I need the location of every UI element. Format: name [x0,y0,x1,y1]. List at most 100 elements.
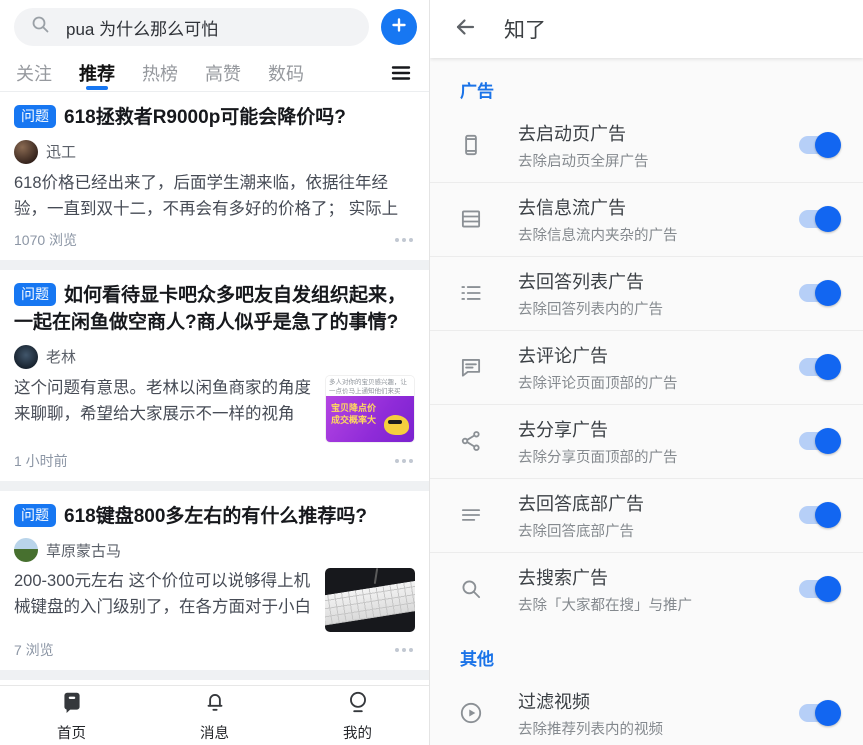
bottom-navigation: 首页 消息 我的 [0,685,429,745]
promo-image: 宝贝降点价 成交概率大 [326,396,414,442]
tab-digital[interactable]: 数码 [268,54,304,91]
setting-title: 去回答底部广告 [518,490,799,516]
setting-subtitle: 去除回答列表内的广告 [518,298,799,319]
play-circle-icon [456,700,486,726]
tab-recommend[interactable]: 推荐 [79,54,115,91]
search-bar-row: pua 为什么那么可怕 [0,0,429,54]
feed-icon [456,206,486,232]
search-input[interactable]: pua 为什么那么可怕 [14,8,369,46]
nav-label: 消息 [200,722,229,743]
setting-row-splash-ads[interactable]: 去启动页广告 去除启动页全屏广告 [430,108,863,182]
card-excerpt: 618价格已经出来了，后面学生潮来临，依据往年经验，一直到双十二，不再会有多好的… [14,170,415,222]
toggle-share-ads[interactable] [799,432,837,450]
hamburger-icon[interactable] [389,54,413,91]
setting-row-feed-ads[interactable]: 去信息流广告 去除信息流内夹杂的广告 [430,182,863,256]
setting-subtitle: 去除启动页全屏广告 [518,150,799,171]
section-label-ads: 广告 [430,58,863,108]
search-icon [30,14,52,41]
feed-tabs: 关注 推荐 热榜 高赞 数码 [0,54,429,92]
card-meta: 1 小时前 [14,451,68,471]
list-icon [456,280,486,306]
setting-title: 去启动页广告 [518,120,799,146]
question-badge: 问题 [14,105,56,128]
back-button[interactable] [452,14,478,45]
toggle-search-ads[interactable] [799,580,837,598]
nav-item-messages[interactable]: 消息 [143,686,286,745]
toggle-feed-ads[interactable] [799,210,837,228]
author-row[interactable]: 草原蒙古马 [14,538,415,562]
author-row[interactable]: 老林 [14,345,415,369]
search-icon [456,576,486,602]
card-excerpt: 这个问题有意思。老林以闲鱼商家的角度来聊聊，希望给大家展示不一样的视角 1、自发… [14,375,313,427]
setting-title: 去搜索广告 [518,564,799,590]
card-meta: 7 浏览 [14,640,54,660]
nav-item-profile[interactable]: 我的 [286,686,429,745]
feed-panel: pua 为什么那么可怕 关注 推荐 热榜 高赞 数码 [0,0,430,745]
avatar [14,538,38,562]
more-options-icon[interactable] [393,644,415,656]
author-row[interactable]: 迅工 [14,140,415,164]
share-icon [456,428,486,454]
nav-label: 我的 [343,722,372,743]
setting-row-share-ads[interactable]: 去分享广告 去除分享页面顶部的广告 [430,404,863,478]
card-thumbnail [325,568,415,632]
lines-icon [456,502,486,528]
toggle-splash-ads[interactable] [799,136,837,154]
setting-subtitle: 去除评论页面顶部的广告 [518,372,799,393]
card-thumbnail: 多人对你的宝贝感兴趣，让一点价马上通知他们来买 宝贝降点价 成交概率大 [325,375,415,443]
card-title: 问题618键盘800多左右的有什么推荐吗? [14,503,415,531]
more-options-icon[interactable] [393,455,415,467]
nav-item-home[interactable]: 首页 [0,686,143,745]
setting-subtitle: 去除信息流内夹杂的广告 [518,224,799,245]
profile-icon [345,689,371,720]
author-name: 草原蒙古马 [46,540,121,561]
section-label-other: 其他 [430,626,863,676]
setting-subtitle: 去除「大家都在搜」与推广 [518,594,799,615]
settings-panel: 知了 广告 去启动页广告 去除启动页全屏广告 [430,0,863,745]
feed-list: 问题618拯救者R9000p可能会降价吗? 迅工 618价格已经出来了，后面学生… [0,92,429,745]
settings-header: 知了 [430,0,863,58]
phone-icon [456,132,486,158]
card-title: 问题618拯救者R9000p可能会降价吗? [14,104,415,132]
card-meta: 1070 浏览 [14,230,77,250]
bell-icon [202,689,228,720]
fish-graphic [384,415,409,435]
toggle-filter-video[interactable] [799,704,837,722]
keyboard-graphic [325,580,415,627]
setting-subtitle: 去除回答底部广告 [518,520,799,541]
setting-title: 去评论广告 [518,342,799,368]
avatar [14,140,38,164]
avatar [14,345,38,369]
app-window: pua 为什么那么可怕 关注 推荐 热榜 高赞 数码 [0,0,863,745]
setting-title: 去信息流广告 [518,194,799,220]
question-badge: 问题 [14,504,56,527]
comment-icon [456,354,486,380]
feed-card[interactable]: 问题618键盘800多左右的有什么推荐吗? 草原蒙古马 200-300元左右 这… [0,491,429,671]
more-options-icon[interactable] [393,234,415,246]
setting-subtitle: 去除推荐列表内的视频 [518,718,799,739]
card-excerpt: 200-300元左右 这个价位可以说够得上机械键盘的入门级别了，在各方面对于小白… [14,568,313,620]
tab-hot[interactable]: 热榜 [142,54,178,91]
setting-row-answer-bottom-ads[interactable]: 去回答底部广告 去除回答底部广告 [430,478,863,552]
toggle-comment-ads[interactable] [799,358,837,376]
setting-row-search-ads[interactable]: 去搜索广告 去除「大家都在搜」与推广 [430,552,863,626]
home-icon [59,689,85,720]
setting-row-comment-ads[interactable]: 去评论广告 去除评论页面顶部的广告 [430,330,863,404]
setting-row-filter-video[interactable]: 过滤视频 去除推荐列表内的视频 [430,676,863,745]
search-query-text: pua 为什么那么可怕 [66,15,218,40]
feed-card[interactable]: 问题如何看待显卡吧众多吧友自发组织起来，一起在闲鱼做空商人?商人似乎是急了的事情… [0,270,429,481]
card-title: 问题如何看待显卡吧众多吧友自发组织起来，一起在闲鱼做空商人?商人似乎是急了的事情… [14,282,415,337]
author-name: 迅工 [46,141,76,162]
settings-list: 广告 去启动页广告 去除启动页全屏广告 [430,58,863,745]
toggle-answer-list-ads[interactable] [799,284,837,302]
question-badge: 问题 [14,283,56,306]
add-button[interactable] [381,9,417,45]
tab-follow[interactable]: 关注 [16,54,52,91]
tab-upvoted[interactable]: 高赞 [205,54,241,91]
setting-row-answer-list-ads[interactable]: 去回答列表广告 去除回答列表内的广告 [430,256,863,330]
thumbnail-caption: 多人对你的宝贝感兴趣，让一点价马上通知他们来买 [326,376,414,396]
back-arrow-icon [452,14,478,45]
setting-title: 去分享广告 [518,416,799,442]
feed-card[interactable]: 问题618拯救者R9000p可能会降价吗? 迅工 618价格已经出来了，后面学生… [0,92,429,260]
toggle-answer-bottom-ads[interactable] [799,506,837,524]
